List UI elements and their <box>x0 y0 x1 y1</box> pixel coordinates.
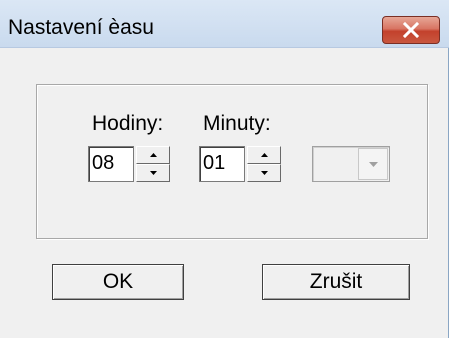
ok-button[interactable]: OK <box>52 264 184 300</box>
minutes-increment-button[interactable] <box>247 146 281 164</box>
title-bar[interactable]: Nastavení èasu <box>0 0 449 48</box>
hours-spinner[interactable] <box>136 146 170 182</box>
close-icon <box>402 22 420 38</box>
minutes-label: Minuty: <box>203 112 271 135</box>
arrow-up-icon <box>149 153 157 157</box>
minutes-input[interactable]: 01 <box>199 146 245 182</box>
hours-increment-button[interactable] <box>136 146 170 164</box>
minutes-spinner[interactable] <box>247 146 281 182</box>
time-settings-dialog: Nastavení èasu Hodiny: Minuty: 08 01 OK … <box>0 0 449 338</box>
chevron-down-icon <box>368 161 378 167</box>
arrow-up-icon <box>260 153 268 157</box>
hours-input[interactable]: 08 <box>88 146 134 182</box>
dialog-title: Nastavení èasu <box>8 16 154 39</box>
close-button[interactable] <box>382 16 440 44</box>
minutes-decrement-button[interactable] <box>247 164 281 182</box>
hours-decrement-button[interactable] <box>136 164 170 182</box>
hours-label: Hodiny: <box>92 112 164 135</box>
cancel-button[interactable]: Zrušit <box>262 264 410 300</box>
disabled-select[interactable] <box>312 146 390 182</box>
arrow-down-icon <box>149 171 157 175</box>
select-dropdown-button[interactable] <box>358 148 388 180</box>
arrow-down-icon <box>260 171 268 175</box>
